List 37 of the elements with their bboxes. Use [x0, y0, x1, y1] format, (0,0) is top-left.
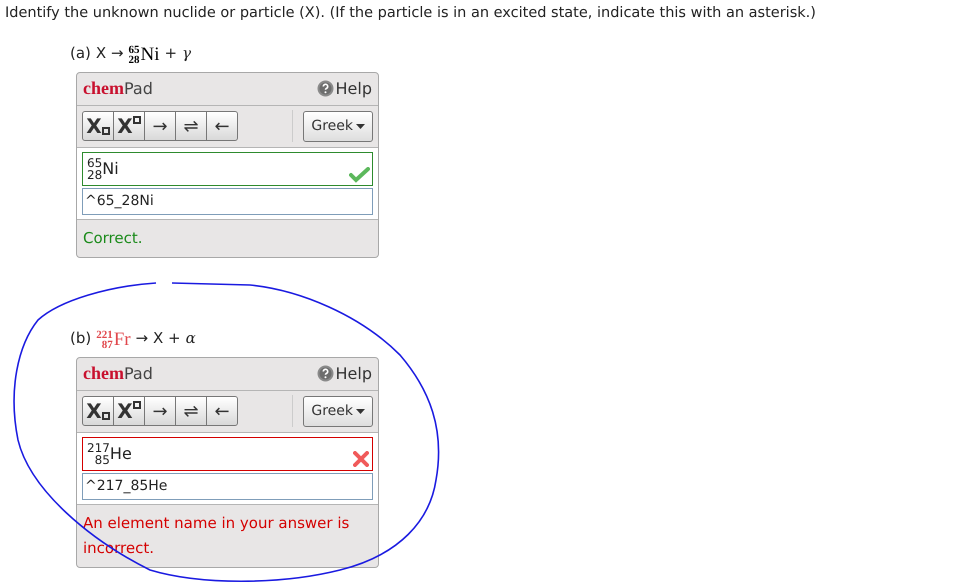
greek-dropdown[interactable]: Greek — [303, 396, 373, 427]
arrow-button[interactable]: ⇌ — [175, 396, 207, 426]
superscript-button[interactable]: X — [113, 396, 145, 426]
question-text: Identify the unknown nuclide or particle (X). (If the particle is in an excited state, indicate this with an asterisk.) — [5, 4, 817, 23]
caret-icon — [356, 124, 365, 129]
box-icon — [132, 116, 141, 124]
help-icon — [316, 365, 334, 382]
chempad-logo: chemPad — [83, 362, 153, 386]
answer-input[interactable]: ^65_28Ni — [82, 188, 373, 215]
superscript-button[interactable]: X — [113, 111, 145, 142]
arrow-button[interactable]: ← — [206, 111, 238, 142]
greek-symbol: γ — [182, 43, 192, 64]
arrow-button[interactable]: → — [144, 111, 176, 142]
box-icon — [132, 401, 141, 410]
part-label: (b) — [70, 328, 92, 350]
subscript-button[interactable]: X — [82, 396, 114, 426]
part-label: (a) — [70, 43, 91, 64]
arrow-button[interactable]: ⇌ — [175, 111, 207, 142]
equation-text: + — [164, 43, 178, 64]
greek-symbol: α — [186, 328, 196, 350]
feedback-message: Correct. — [82, 228, 144, 249]
box-icon — [102, 127, 110, 136]
equation-text: X → — [96, 43, 124, 64]
answer-input[interactable]: ^217_85He — [82, 472, 373, 500]
equation-text: → X + — [136, 328, 181, 350]
help-link[interactable]: Help — [316, 76, 372, 101]
subscript-button[interactable]: X — [82, 111, 114, 142]
help-icon — [316, 80, 334, 98]
caret-icon — [356, 408, 365, 414]
help-link[interactable]: Help — [316, 362, 372, 386]
arrow-button[interactable]: ← — [206, 396, 238, 426]
check-icon — [349, 166, 370, 183]
arrow-button[interactable]: → — [144, 396, 176, 426]
greek-dropdown[interactable]: Greek — [303, 110, 373, 142]
chempad-logo: chemPad — [83, 77, 153, 100]
cross-icon — [353, 450, 369, 467]
box-icon — [102, 412, 110, 420]
